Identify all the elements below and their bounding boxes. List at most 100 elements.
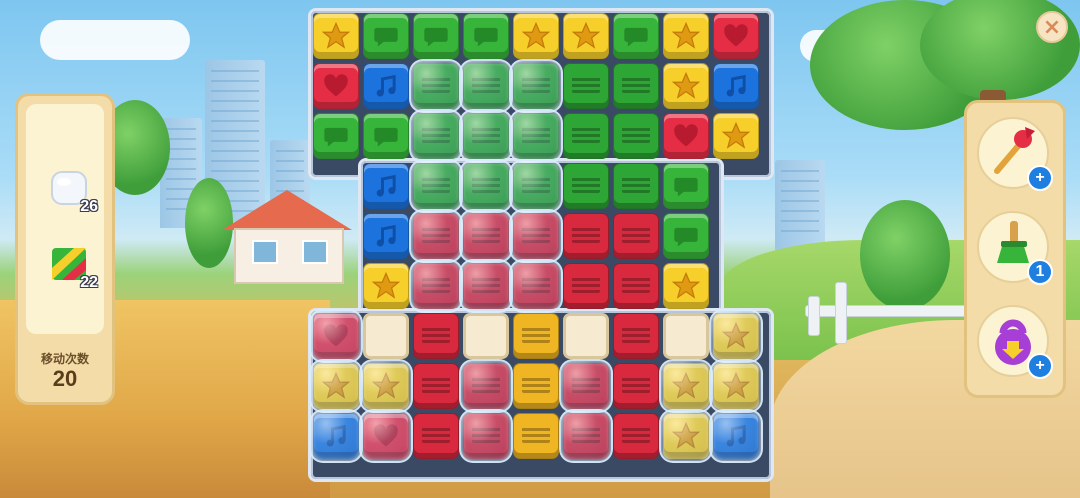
bubble-overlay	[309, 309, 363, 363]
green-chat-cube[interactable]	[613, 13, 659, 59]
green-chat-cube[interactable]	[363, 113, 409, 159]
chat-icon	[364, 114, 408, 158]
fence	[808, 296, 820, 336]
yellow-star-cube[interactable]	[663, 13, 709, 59]
booster-dart[interactable]: +	[977, 117, 1053, 191]
chat-icon	[664, 214, 708, 258]
blue-music-note-cube[interactable]	[363, 63, 409, 109]
green-chat-cube[interactable]	[663, 213, 709, 259]
star-icon	[314, 14, 358, 58]
star-icon	[714, 114, 758, 158]
star-icon	[364, 264, 408, 308]
blue-music-note-cube[interactable]	[713, 63, 759, 109]
goals-list: 26 22	[26, 104, 104, 334]
bubble-overlay	[509, 109, 563, 163]
cloud	[40, 20, 190, 60]
music-note-icon	[714, 64, 758, 108]
booster-dart-badge[interactable]: +	[1027, 165, 1053, 191]
chat-icon	[414, 14, 458, 58]
goal-crate-count: 22	[80, 274, 98, 291]
close-button[interactable]: ×	[1036, 11, 1068, 43]
green-chat-cube[interactable]	[313, 113, 359, 159]
green-crate-block[interactable]	[613, 63, 659, 109]
gold-crate-block[interactable]	[513, 413, 559, 459]
red-crate-block[interactable]	[413, 363, 459, 409]
blue-music-note-cube[interactable]	[363, 163, 409, 209]
booster-kettlebell[interactable]: +	[977, 305, 1053, 379]
star-icon	[514, 14, 558, 58]
bubble-overlay	[559, 409, 613, 463]
bubble-overlay	[509, 159, 563, 213]
chat-icon	[364, 14, 408, 58]
booster-broom-count[interactable]: 1	[1027, 259, 1053, 285]
blue-music-note-cube[interactable]	[363, 213, 409, 259]
red-crate-block[interactable]	[413, 413, 459, 459]
bubble-overlay	[309, 409, 363, 463]
gold-crate-block[interactable]	[513, 313, 559, 359]
red-crate-block[interactable]	[613, 213, 659, 259]
bubble-overlay	[459, 159, 513, 213]
red-heart-cube[interactable]	[313, 63, 359, 109]
green-crate-block[interactable]	[563, 163, 609, 209]
chat-icon	[464, 14, 508, 58]
fence	[835, 282, 847, 344]
bubble-overlay	[459, 209, 513, 263]
yellow-star-cube[interactable]	[713, 113, 759, 159]
star-icon	[664, 64, 708, 108]
bubble-overlay	[709, 409, 763, 463]
bubble-overlay	[409, 259, 463, 313]
green-chat-cube[interactable]	[363, 13, 409, 59]
bubble-overlay	[509, 259, 563, 313]
red-crate-block[interactable]	[563, 213, 609, 259]
music-note-icon	[364, 164, 408, 208]
bubble-overlay	[459, 359, 513, 413]
game-board[interactable]	[308, 8, 774, 482]
game-scene: 26 22 移动次数 20 + 1 + ×	[0, 0, 1080, 498]
gold-crate-block[interactable]	[513, 363, 559, 409]
red-crate-block[interactable]	[563, 263, 609, 309]
yellow-star-cube[interactable]	[663, 63, 709, 109]
heart-icon	[314, 64, 358, 108]
red-heart-cube[interactable]	[713, 13, 759, 59]
bubble-overlay	[309, 359, 363, 413]
red-heart-cube[interactable]	[663, 113, 709, 159]
chat-icon	[314, 114, 358, 158]
skyscraper	[775, 160, 825, 250]
house-window	[252, 240, 278, 264]
yellow-star-cube[interactable]	[363, 263, 409, 309]
bubble-overlay	[709, 309, 763, 363]
green-crate-block[interactable]	[613, 113, 659, 159]
yellow-star-cube[interactable]	[663, 263, 709, 309]
red-crate-block[interactable]	[413, 313, 459, 359]
bubble-overlay	[659, 409, 713, 463]
bubble-overlay	[559, 359, 613, 413]
moves-label: 移动次数	[40, 352, 89, 366]
red-crate-block[interactable]	[613, 363, 659, 409]
boosters-panel: + 1 +	[964, 100, 1066, 398]
booster-kettlebell-badge[interactable]: +	[1027, 353, 1053, 379]
green-chat-cube[interactable]	[663, 163, 709, 209]
red-crate-block[interactable]	[613, 413, 659, 459]
yellow-star-cube[interactable]	[563, 13, 609, 59]
green-crate-block[interactable]	[613, 163, 659, 209]
heart-icon	[664, 114, 708, 158]
booster-broom[interactable]: 1	[977, 211, 1053, 285]
star-icon	[664, 264, 708, 308]
empty-cell	[463, 313, 509, 359]
star-icon	[664, 14, 708, 58]
green-crate-block[interactable]	[563, 63, 609, 109]
bubble-overlay	[359, 409, 413, 463]
goal-crate: 22	[48, 244, 98, 291]
chat-icon	[614, 14, 658, 58]
yellow-star-cube[interactable]	[313, 13, 359, 59]
red-crate-block[interactable]	[613, 313, 659, 359]
red-crate-block[interactable]	[613, 263, 659, 309]
green-chat-cube[interactable]	[463, 13, 509, 59]
empty-cell	[663, 313, 709, 359]
green-chat-cube[interactable]	[413, 13, 459, 59]
green-crate-block[interactable]	[563, 113, 609, 159]
bubble-overlay	[509, 59, 563, 113]
yellow-star-cube[interactable]	[513, 13, 559, 59]
bubble-overlay	[459, 59, 513, 113]
empty-cell	[363, 313, 409, 359]
